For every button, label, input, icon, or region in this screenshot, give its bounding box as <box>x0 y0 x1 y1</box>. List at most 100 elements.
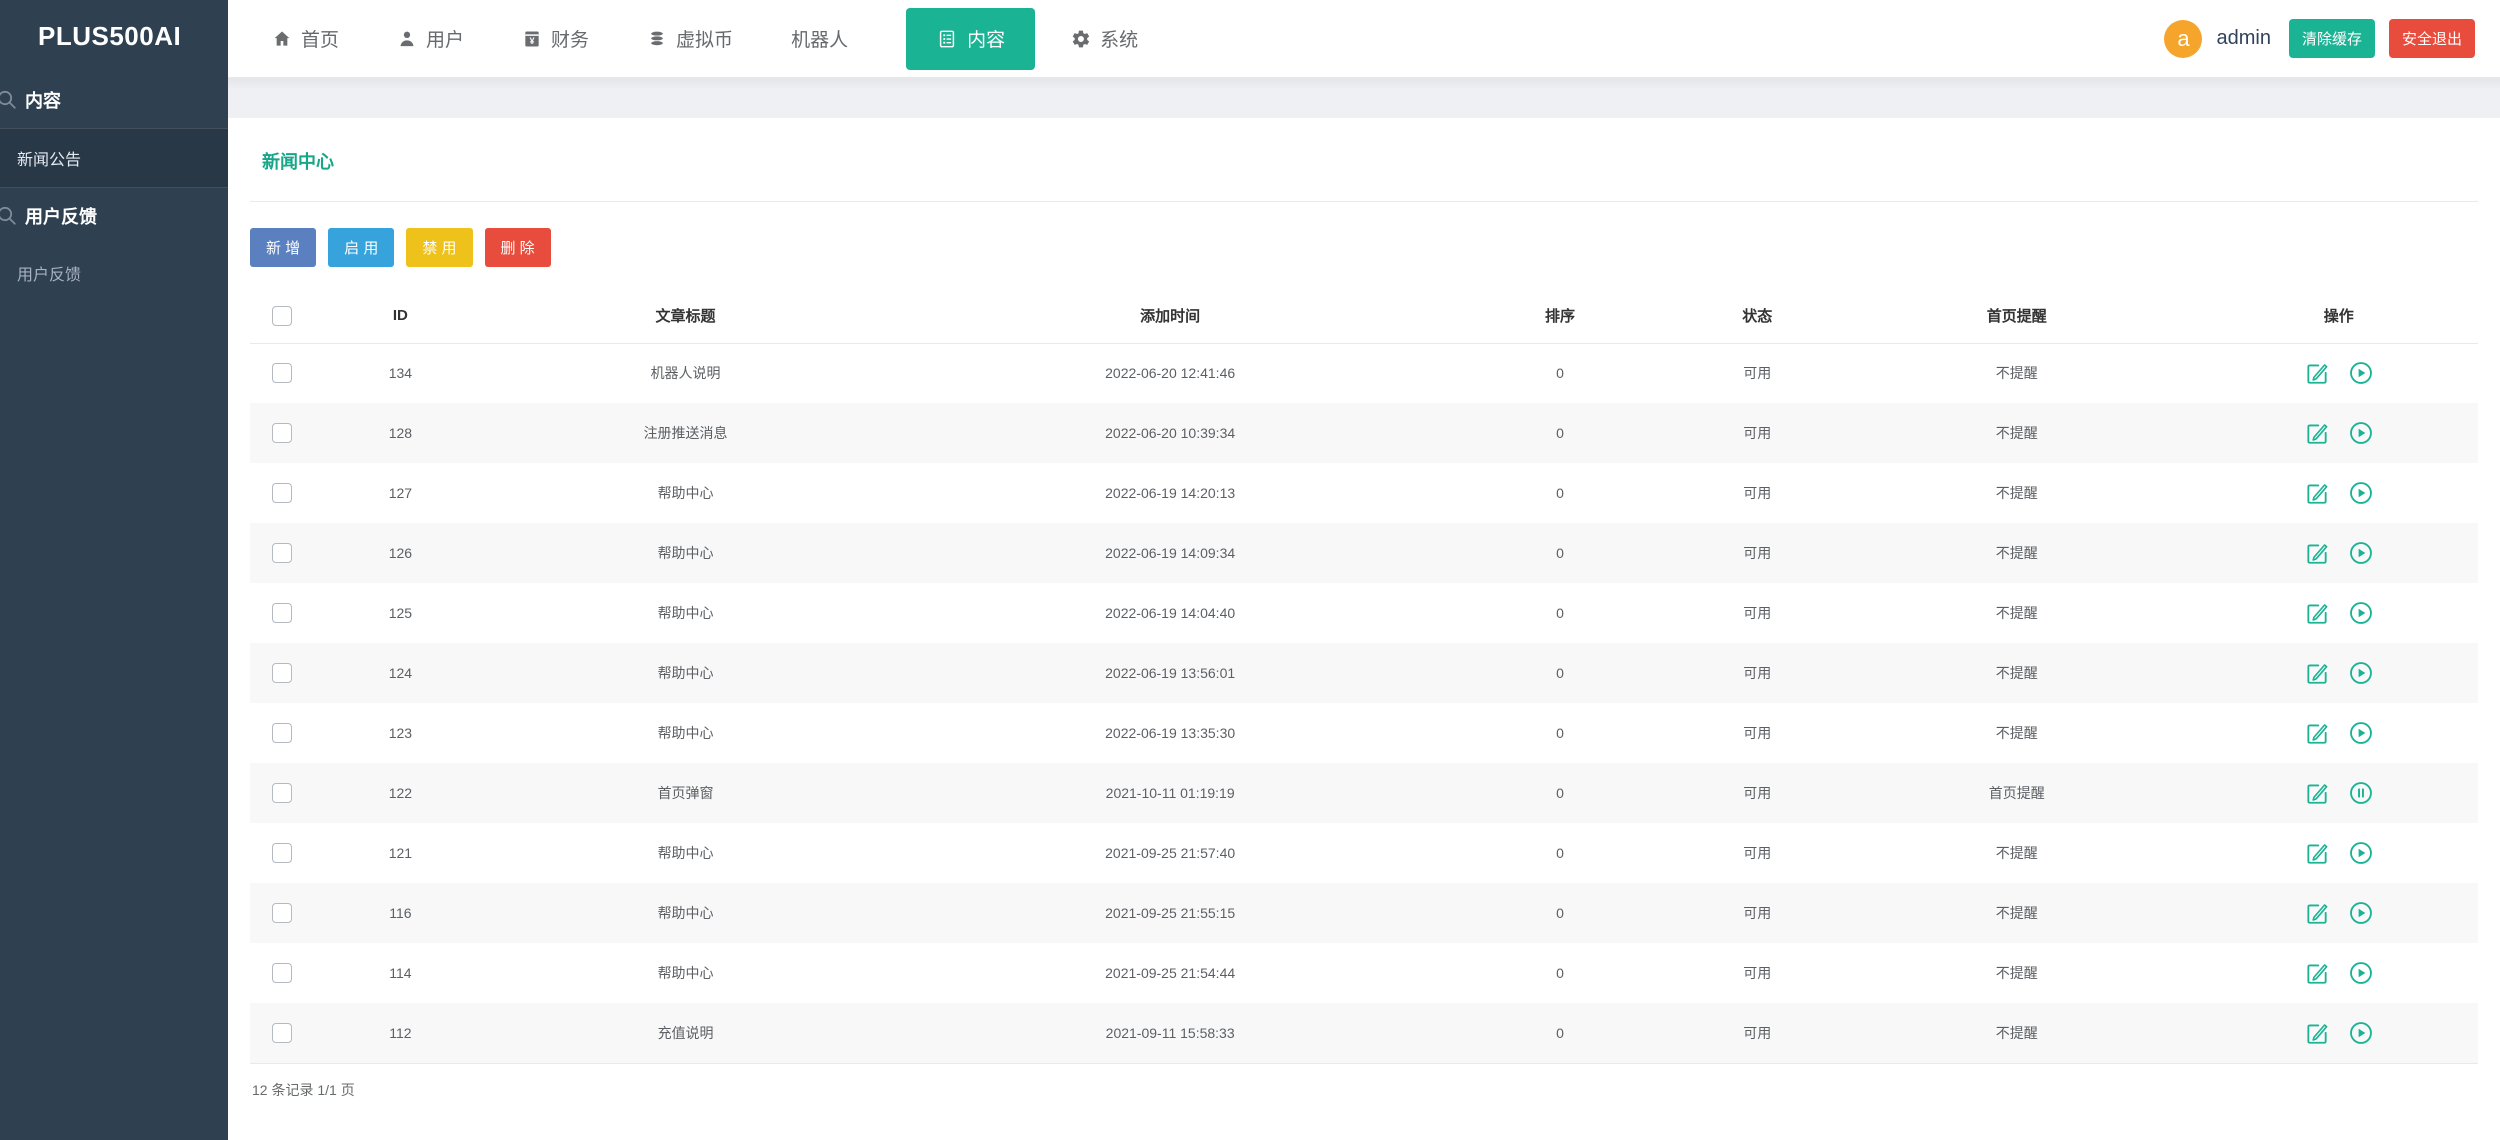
row-article-title: 帮助中心 <box>471 883 901 943</box>
nav-item-home[interactable]: 首页 <box>272 25 339 52</box>
row-checkbox[interactable] <box>272 843 292 863</box>
nav-label: 内容 <box>967 25 1005 52</box>
disable-toggle-play-button[interactable] <box>2348 720 2374 746</box>
row-added-time: 2021-09-25 21:57:40 <box>901 823 1440 883</box>
nav-label: 虚拟币 <box>676 25 733 52</box>
row-status: 可用 <box>1680 523 1834 583</box>
row-checkbox[interactable] <box>272 903 292 923</box>
edit-button[interactable] <box>2304 780 2330 806</box>
edit-button[interactable] <box>2304 900 2330 926</box>
add-button[interactable]: 新 增 <box>250 228 316 267</box>
edit-button[interactable] <box>2304 1020 2330 1046</box>
edit-button[interactable] <box>2304 720 2330 746</box>
row-home-reminder: 不提醒 <box>1834 583 2199 643</box>
row-checkbox[interactable] <box>272 723 292 743</box>
row-checkbox[interactable] <box>272 963 292 983</box>
row-checkbox[interactable] <box>272 663 292 683</box>
avatar[interactable]: a <box>2164 20 2202 58</box>
nav-item-finance[interactable]: ¥ 财务 <box>522 25 589 52</box>
gear-icon <box>1071 29 1091 49</box>
row-checkbox[interactable] <box>272 543 292 563</box>
table-row: 112 充值说明 2021-09-11 15:58:33 0 可用 不提醒 <box>250 1003 2478 1063</box>
clear-cache-button[interactable]: 清除缓存 <box>2289 19 2375 58</box>
page-title: 新闻中心 <box>262 118 2478 174</box>
sidebar-item-news-announcements[interactable]: 新闻公告 <box>0 128 228 188</box>
delete-button[interactable]: 删 除 <box>485 228 551 267</box>
disable-toggle-play-button[interactable] <box>2348 900 2374 926</box>
disable-toggle-play-button[interactable] <box>2348 480 2374 506</box>
column-header-id: ID <box>330 289 470 343</box>
disable-toggle-play-button[interactable] <box>2348 960 2374 986</box>
top-nav-items: 首页 用户 ¥ 财务 <box>272 0 1196 77</box>
sidebar-item-user-feedback[interactable]: 用户反馈 <box>0 244 228 302</box>
pause-icon <box>2348 780 2374 806</box>
home-icon <box>272 29 292 49</box>
row-article-title: 充值说明 <box>471 1003 901 1063</box>
row-checkbox[interactable] <box>272 483 292 503</box>
disable-toggle-play-button[interactable] <box>2348 840 2374 866</box>
sidebar-section-user-feedback[interactable]: 用户反馈 <box>0 188 228 244</box>
row-id: 127 <box>330 463 470 523</box>
edit-icon <box>2304 420 2330 446</box>
disable-toggle-play-button[interactable] <box>2348 660 2374 686</box>
edit-icon <box>2304 780 2330 806</box>
row-checkbox[interactable] <box>272 603 292 623</box>
table-header-row: ID 文章标题 添加时间 排序 状态 首页提醒 操作 <box>250 289 2478 343</box>
edit-button[interactable] <box>2304 360 2330 386</box>
edit-button[interactable] <box>2304 960 2330 986</box>
row-sort: 0 <box>1440 643 1681 703</box>
row-home-reminder: 不提醒 <box>1834 403 2199 463</box>
row-sort: 0 <box>1440 523 1681 583</box>
disable-toggle-play-button[interactable] <box>2348 360 2374 386</box>
app-window: PLUS500AI 内容 新闻公告 用户反馈 用户反馈 <box>0 0 2500 1140</box>
row-article-title: 帮助中心 <box>471 823 901 883</box>
row-status: 可用 <box>1680 403 1834 463</box>
row-status: 可用 <box>1680 943 1834 1003</box>
nav-item-crypto[interactable]: 虚拟币 <box>647 25 733 52</box>
disable-toggle-play-button[interactable] <box>2348 600 2374 626</box>
column-header-actions: 操作 <box>2199 289 2478 343</box>
disable-button[interactable]: 禁 用 <box>406 228 472 267</box>
disable-toggle-play-button[interactable] <box>2348 1020 2374 1046</box>
disable-toggle-pause-button[interactable] <box>2348 780 2374 806</box>
nav-item-users[interactable]: 用户 <box>397 25 464 52</box>
edit-icon <box>2304 960 2330 986</box>
logout-button[interactable]: 安全退出 <box>2389 19 2475 58</box>
sidebar-section-content[interactable]: 内容 <box>0 72 228 128</box>
edit-button[interactable] <box>2304 420 2330 446</box>
disable-toggle-play-button[interactable] <box>2348 420 2374 446</box>
edit-button[interactable] <box>2304 660 2330 686</box>
content-top-spacer <box>228 78 2500 118</box>
table-row: 124 帮助中心 2022-06-19 13:56:01 0 可用 不提醒 <box>250 643 2478 703</box>
row-checkbox[interactable] <box>272 1023 292 1043</box>
edit-button[interactable] <box>2304 840 2330 866</box>
edit-button[interactable] <box>2304 540 2330 566</box>
app-logo[interactable]: PLUS500AI <box>0 0 228 72</box>
play-icon <box>2348 840 2374 866</box>
select-all-checkbox[interactable] <box>272 306 292 326</box>
nav-label: 财务 <box>551 25 589 52</box>
table-row: 121 帮助中心 2021-09-25 21:57:40 0 可用 不提醒 <box>250 823 2478 883</box>
disable-toggle-play-button[interactable] <box>2348 540 2374 566</box>
row-sort: 0 <box>1440 763 1681 823</box>
edit-button[interactable] <box>2304 600 2330 626</box>
row-status: 可用 <box>1680 583 1834 643</box>
content-icon <box>936 28 958 50</box>
magnifier-icon <box>0 88 19 112</box>
row-home-reminder: 不提醒 <box>1834 343 2199 403</box>
row-checkbox[interactable] <box>272 783 292 803</box>
column-header-sort: 排序 <box>1440 289 1681 343</box>
nav-item-robot[interactable]: 机器人 <box>791 25 848 52</box>
enable-button[interactable]: 启 用 <box>328 228 394 267</box>
nav-item-content[interactable]: 内容 <box>906 8 1035 70</box>
nav-item-system[interactable]: 系统 <box>1071 25 1138 52</box>
play-icon <box>2348 480 2374 506</box>
edit-button[interactable] <box>2304 480 2330 506</box>
row-status: 可用 <box>1680 703 1834 763</box>
record-count: 12 条记录 1/1 页 <box>252 1080 2478 1130</box>
row-status: 可用 <box>1680 343 1834 403</box>
row-checkbox[interactable] <box>272 363 292 383</box>
row-status: 可用 <box>1680 763 1834 823</box>
table-row: 128 注册推送消息 2022-06-20 10:39:34 0 可用 不提醒 <box>250 403 2478 463</box>
row-checkbox[interactable] <box>272 423 292 443</box>
